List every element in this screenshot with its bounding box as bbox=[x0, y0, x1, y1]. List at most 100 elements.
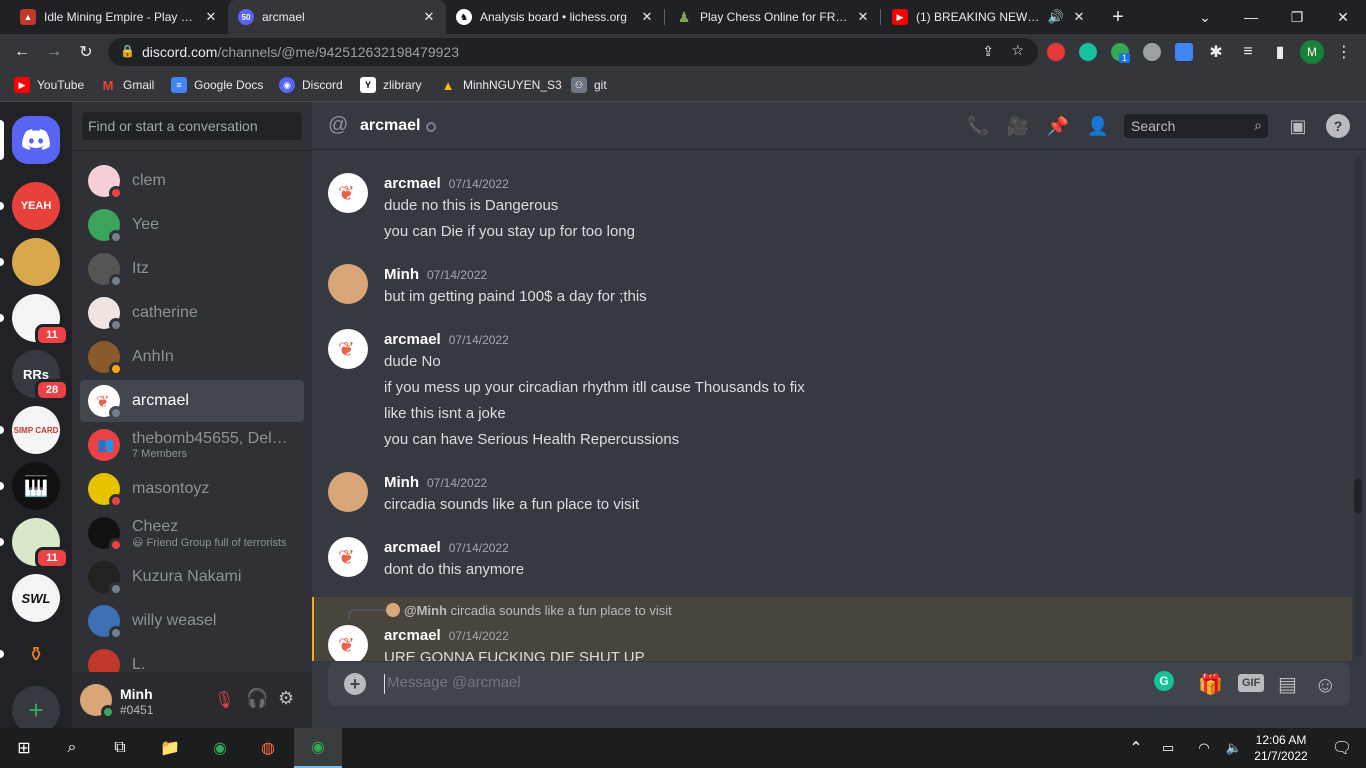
message-author[interactable]: arcmael bbox=[384, 539, 441, 556]
minimize-button[interactable]: — bbox=[1228, 0, 1274, 34]
notification-center-icon[interactable]: 🗨 bbox=[1318, 728, 1366, 768]
volume-icon[interactable]: 🔈 bbox=[1218, 728, 1250, 768]
restore-button[interactable]: ❐ bbox=[1274, 0, 1320, 34]
extension-icon[interactable]: 1 bbox=[1111, 43, 1131, 63]
message-author[interactable]: Minh bbox=[384, 474, 419, 491]
guild-piano-server[interactable]: 🎹 bbox=[12, 462, 60, 510]
pinned-messages-icon[interactable]: 📌 bbox=[1046, 114, 1070, 138]
back-icon[interactable]: ← bbox=[10, 40, 34, 64]
forward-icon[interactable]: → bbox=[42, 40, 66, 64]
emoji-icon[interactable]: ☺ bbox=[1314, 672, 1336, 698]
dm-item-itz[interactable]: Itz bbox=[80, 248, 304, 290]
gift-icon[interactable]: 🎁 bbox=[1198, 672, 1223, 697]
message-author[interactable]: arcmael bbox=[384, 175, 441, 192]
avatar[interactable]: ❦ bbox=[328, 329, 368, 369]
dm-item-cheez[interactable]: Cheez 😃 Friend Group full of terrorists bbox=[80, 512, 304, 554]
tab-idle-mining[interactable]: ▲ Idle Mining Empire - Play Idle ✕ bbox=[10, 0, 228, 34]
tab-arcmael[interactable]: 50 arcmael ✕ bbox=[228, 0, 446, 34]
guild-yeah-server[interactable]: YEAH bbox=[12, 182, 60, 230]
sticker-icon[interactable]: ▤ bbox=[1278, 672, 1297, 697]
bookmark-star-icon[interactable]: ☆ bbox=[1011, 42, 1024, 59]
bookmark-youtube[interactable]: ▶ YouTube bbox=[14, 77, 84, 93]
message-author[interactable]: arcmael bbox=[384, 331, 441, 348]
tray-overflow-icon[interactable]: ⌃ bbox=[1116, 728, 1156, 768]
message-scrollbar[interactable] bbox=[1354, 157, 1362, 657]
wifi-icon[interactable]: ◠ bbox=[1188, 728, 1220, 768]
windows-start-icon[interactable]: ⊞ bbox=[0, 728, 48, 768]
avatar[interactable] bbox=[328, 472, 368, 512]
dm-item-masontoyz[interactable]: masontoyz bbox=[80, 468, 304, 510]
avatar[interactable] bbox=[328, 264, 368, 304]
dm-item-catherine[interactable]: catherine bbox=[80, 292, 304, 334]
address-bar[interactable]: 🔒 discord.com/channels/@me/9425126321984… bbox=[108, 38, 1038, 66]
dm-item-group[interactable]: 👥 thebomb45655, Delet... 7 Members bbox=[80, 424, 304, 466]
dm-item-yee[interactable]: Yee bbox=[80, 204, 304, 246]
media-control-icon[interactable]: ≡ bbox=[1236, 40, 1260, 64]
add-server-button[interactable]: + bbox=[12, 686, 60, 734]
dm-item-anhin[interactable]: AnhIn bbox=[80, 336, 304, 378]
headphones-icon[interactable]: 🎧 bbox=[246, 688, 268, 709]
puzzle-icon[interactable]: ✱ bbox=[1204, 40, 1228, 64]
close-icon[interactable]: ✕ bbox=[1072, 9, 1086, 25]
grammarly-extension-icon[interactable] bbox=[1079, 43, 1097, 61]
close-icon[interactable]: ✕ bbox=[204, 9, 218, 25]
tab-search-icon[interactable]: ⌄ bbox=[1182, 0, 1228, 34]
help-icon[interactable]: ? bbox=[1326, 114, 1350, 138]
chat-search-input[interactable]: Search ⌕ bbox=[1124, 114, 1268, 138]
bookmark-gmail[interactable]: M Gmail bbox=[100, 77, 155, 93]
dm-search-input[interactable]: Find or start a conversation bbox=[82, 112, 302, 140]
avatar[interactable]: ❦ bbox=[328, 537, 368, 577]
avatar[interactable]: ❦ bbox=[328, 625, 368, 661]
home-button[interactable] bbox=[12, 116, 60, 164]
translate-extension-icon[interactable] bbox=[1175, 43, 1193, 61]
voice-call-icon[interactable]: 📞 bbox=[966, 114, 990, 138]
close-icon[interactable]: ✕ bbox=[640, 9, 654, 25]
grammarly-icon[interactable]: G bbox=[1154, 671, 1174, 691]
firefox-icon[interactable]: ◍ bbox=[244, 728, 292, 768]
gif-button[interactable]: GIF bbox=[1238, 674, 1265, 692]
window-close-button[interactable]: ✕ bbox=[1320, 0, 1366, 34]
close-icon[interactable]: ✕ bbox=[856, 9, 870, 25]
chrome-profile-icon[interactable]: ◉ bbox=[294, 728, 342, 768]
attach-plus-icon[interactable]: + bbox=[344, 673, 366, 695]
inbox-icon[interactable]: ▣ bbox=[1286, 114, 1310, 138]
search-icon[interactable]: ⌕ bbox=[48, 728, 96, 768]
tab-youtube[interactable]: ▶ (1) BREAKING NEWS: Ma 🔊 ✕ bbox=[882, 0, 1096, 34]
dm-item-willy-weasel[interactable]: willy weasel bbox=[80, 600, 304, 642]
mute-mic-icon[interactable]: 🎙 bbox=[214, 690, 234, 710]
bookmark-git[interactable]: ⚇ git bbox=[571, 77, 607, 93]
new-tab-button[interactable]: + bbox=[1100, 0, 1136, 34]
reply-preview[interactable]: @Minh circadia sounds like a fun place t… bbox=[404, 603, 672, 618]
user-avatar[interactable] bbox=[80, 684, 115, 719]
guild-gold-server[interactable] bbox=[12, 238, 60, 286]
dm-item-l[interactable]: L. bbox=[80, 644, 304, 672]
message-author[interactable]: Minh bbox=[384, 266, 419, 283]
share-icon[interactable]: ⇪ bbox=[982, 43, 994, 60]
cloud-extension-icon[interactable] bbox=[1143, 43, 1161, 61]
tab-chess-com[interactable]: ♟ Play Chess Online for FREE w ✕ bbox=[666, 0, 880, 34]
add-friends-icon[interactable]: 👤 bbox=[1086, 114, 1110, 138]
video-call-icon[interactable]: 🎥 bbox=[1006, 114, 1030, 138]
avatar[interactable]: ❦ bbox=[328, 173, 368, 213]
dm-item-arcmael[interactable]: ❦ arcmael bbox=[80, 380, 304, 422]
reload-icon[interactable]: ↻ bbox=[74, 40, 98, 64]
profile-avatar[interactable]: M bbox=[1300, 40, 1324, 64]
guild-simp-card-server[interactable]: SIMP CARD bbox=[12, 406, 60, 454]
clock[interactable]: 12:06 AM 21/7/2022 bbox=[1250, 732, 1312, 764]
bookmark-minhnguyen-s3[interactable]: ▲ MinhNGUYEN_S3 bbox=[440, 77, 562, 93]
message-input[interactable]: Message @arcmael bbox=[384, 674, 1144, 694]
dm-item-kuzura-nakami[interactable]: Kuzura Nakami bbox=[80, 556, 304, 598]
dm-item-clem[interactable]: clem bbox=[80, 160, 304, 202]
tab-lichess[interactable]: ♞ Analysis board • lichess.org ✕ bbox=[446, 0, 664, 34]
guild-totem-server[interactable]: ⚱ bbox=[12, 630, 60, 678]
battery-icon[interactable]: ▭ bbox=[1152, 728, 1184, 768]
bookmark-discord[interactable]: ◉ Discord bbox=[279, 77, 343, 93]
task-view-icon[interactable]: ⧉ bbox=[96, 728, 144, 768]
message-author[interactable]: arcmael bbox=[384, 627, 441, 644]
close-icon[interactable]: ✕ bbox=[422, 9, 436, 25]
chrome-icon[interactable]: ◉ bbox=[196, 728, 244, 768]
side-panel-icon[interactable]: ▮ bbox=[1268, 40, 1292, 64]
scrollbar-thumb[interactable] bbox=[1354, 479, 1362, 513]
settings-gear-icon[interactable]: ⚙ bbox=[278, 688, 294, 709]
guild-swl-server[interactable]: SWL bbox=[12, 574, 60, 622]
